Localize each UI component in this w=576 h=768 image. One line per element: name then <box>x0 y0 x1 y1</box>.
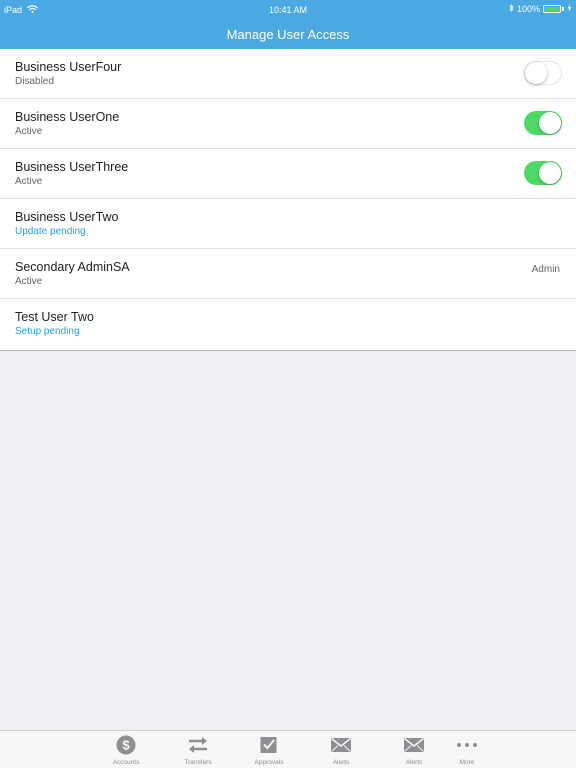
user-status: Update pending <box>15 226 86 237</box>
battery-icon <box>543 5 561 13</box>
user-status: Active <box>15 176 43 187</box>
user-row[interactable]: Business UserTwo Update pending <box>0 199 576 249</box>
access-toggle[interactable] <box>524 161 562 185</box>
envelope-icon <box>389 734 439 756</box>
tab-bar: $ Accounts Transfers Approvals Alerts Alerts M… <box>0 730 576 768</box>
page-title: Manage User Access <box>226 27 350 42</box>
user-status: Setup pending <box>15 326 80 337</box>
tab-label: Transfers <box>184 759 212 766</box>
toggle-knob <box>539 112 561 134</box>
user-name: Business UserTwo <box>15 210 119 224</box>
user-name: Test User Two <box>15 310 94 324</box>
dollar-circle-icon: $ <box>101 734 151 756</box>
status-bar: iPad 10:41 AM 100% <box>0 0 576 20</box>
user-name: Business UserOne <box>15 110 120 124</box>
tab-label: Approvals <box>254 759 284 766</box>
access-toggle[interactable] <box>524 61 562 85</box>
tab-transfers[interactable]: Transfers <box>173 734 223 766</box>
toggle-knob <box>539 162 561 184</box>
tab-alerts[interactable]: Alerts <box>316 734 366 766</box>
tab-label: Alerts <box>405 759 423 766</box>
transfer-arrows-icon <box>173 734 223 756</box>
tab-label: More <box>459 759 475 766</box>
charging-icon <box>567 4 572 14</box>
tab-label: Accounts <box>112 759 140 766</box>
navigation-header: iPad 10:41 AM 100% Manage User Access <box>0 0 576 49</box>
tab-approvals[interactable]: Approvals <box>244 734 294 766</box>
toggle-knob <box>525 62 547 84</box>
user-row[interactable]: Business UserFour Disabled <box>0 49 576 99</box>
user-name: Business UserThree <box>15 160 129 174</box>
user-row[interactable]: Secondary AdminSA Active Admin <box>0 249 576 299</box>
checkbox-icon <box>244 734 294 756</box>
user-row[interactable]: Test User Two Setup pending <box>0 299 576 350</box>
more-dots-icon <box>442 734 492 756</box>
user-row[interactable]: Business UserThree Active <box>0 149 576 199</box>
envelope-icon <box>316 734 366 756</box>
tab-label: Alerts <box>332 759 350 766</box>
user-name: Business UserFour <box>15 60 122 74</box>
user-name: Secondary AdminSA <box>15 260 130 274</box>
manage-user-access-screen: iPad 10:41 AM 100% Manage User Access Bu… <box>0 0 576 768</box>
battery-percent: 100% <box>516 4 540 14</box>
user-status: Disabled <box>15 76 54 87</box>
access-toggle[interactable] <box>524 111 562 135</box>
bluetooth-icon <box>509 4 514 14</box>
user-status: Active <box>15 276 43 287</box>
status-time: 10:41 AM <box>268 5 308 15</box>
svg-text:$: $ <box>122 738 130 753</box>
user-role: Admin <box>531 264 560 275</box>
tab-alerts[interactable]: Alerts <box>389 734 439 766</box>
tab-accounts[interactable]: $ Accounts <box>101 734 151 766</box>
tab-more[interactable]: More <box>442 734 492 766</box>
user-row[interactable]: Business UserOne Active <box>0 99 576 149</box>
user-status: Active <box>15 126 43 137</box>
user-list: Business UserFour Disabled Business UserOn… <box>0 49 576 351</box>
